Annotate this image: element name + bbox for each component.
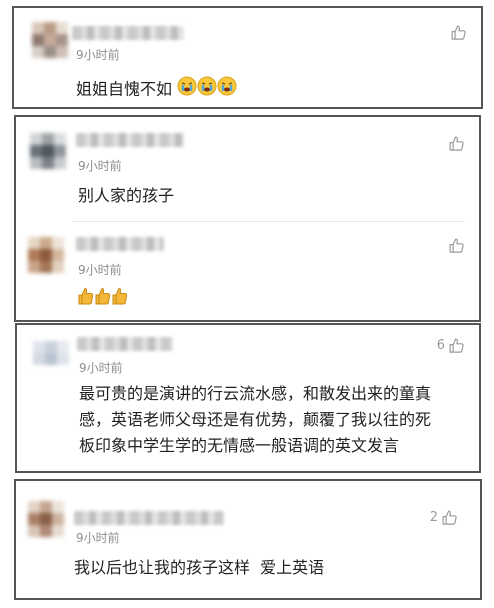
comment-item: 9小时前 别人家的孩子 xyxy=(16,117,479,221)
comment-item: 9小时前 6 最可贵的是演讲的行云流水感，和散发出来的童真 感，英语老师父母还是… xyxy=(17,325,479,471)
comment-time: 9小时前 xyxy=(79,361,123,375)
crying-face-emoji xyxy=(217,76,237,104)
username[interactable] xyxy=(76,133,184,147)
comment-item: 9小时前 姐姐自愧不如 xyxy=(14,8,481,108)
comment-text-line: 最可贵的是演讲的行云流水感，和散发出来的童真 xyxy=(79,384,432,403)
comment-card: 9小时前 6 最可贵的是演讲的行云流水感，和散发出来的童真 感，英语老师父母还是… xyxy=(15,323,481,473)
comment-time: 9小时前 xyxy=(76,48,120,62)
thumbs-up-outline-icon xyxy=(442,510,457,525)
thumbs-up-emoji xyxy=(112,287,129,314)
thumbs-up-outline-icon xyxy=(449,238,464,253)
comment-text xyxy=(78,287,129,314)
thumbs-up-outline-icon xyxy=(451,25,466,40)
comment-card: 9小时前 姐姐自愧不如 xyxy=(12,6,483,109)
comment-text: 最可贵的是演讲的行云流水感，和散发出来的童真 感，英语老师父母还是有优势，颠覆了… xyxy=(79,381,431,459)
comment-text-line: 板印象中学生学的无情感一般语调的英文发言 xyxy=(79,436,400,455)
avatar[interactable] xyxy=(32,22,68,58)
comment-text-line: 感，英语老师父母还是有优势，颠覆了我以往的死 xyxy=(79,410,432,429)
username[interactable] xyxy=(76,237,164,251)
comment-item: 9小时前 2 我以后也让我的孩子这样 爱上英语 xyxy=(16,481,480,598)
comment-text: 姐姐自愧不如 xyxy=(76,76,237,104)
username[interactable] xyxy=(72,26,184,40)
comment-text: 我以后也让我的孩子这样 爱上英语 xyxy=(74,558,325,577)
thumbs-up-outline-icon xyxy=(449,338,464,353)
comment-card: 9小时前 2 我以后也让我的孩子这样 爱上英语 xyxy=(14,479,482,600)
comment-card: 9小时前 别人家的孩子 9小时前 xyxy=(14,115,481,322)
username[interactable] xyxy=(77,337,173,351)
like-button[interactable]: 6 xyxy=(437,337,465,354)
like-count: 6 xyxy=(436,338,445,353)
comment-text: 别人家的孩子 xyxy=(78,186,175,205)
like-button[interactable] xyxy=(445,135,465,152)
divider xyxy=(72,221,465,222)
username[interactable] xyxy=(74,511,224,525)
comment-time: 9小时前 xyxy=(78,263,122,277)
thumbs-up-emoji xyxy=(78,287,95,314)
comment-item: 9小时前 xyxy=(16,223,479,321)
avatar[interactable] xyxy=(28,237,64,273)
like-button[interactable]: 2 xyxy=(430,509,458,526)
crying-face-emoji xyxy=(177,76,197,104)
like-button[interactable] xyxy=(447,24,467,41)
like-count: 2 xyxy=(429,510,438,525)
avatar[interactable] xyxy=(33,341,69,365)
avatar[interactable] xyxy=(30,133,66,169)
comment-time: 9小时前 xyxy=(76,531,120,545)
like-button[interactable] xyxy=(445,237,465,254)
crying-face-emoji xyxy=(197,76,217,104)
comment-time: 9小时前 xyxy=(78,159,122,173)
thumbs-up-outline-icon xyxy=(449,136,464,151)
avatar[interactable] xyxy=(28,501,64,537)
thumbs-up-emoji xyxy=(95,287,112,314)
